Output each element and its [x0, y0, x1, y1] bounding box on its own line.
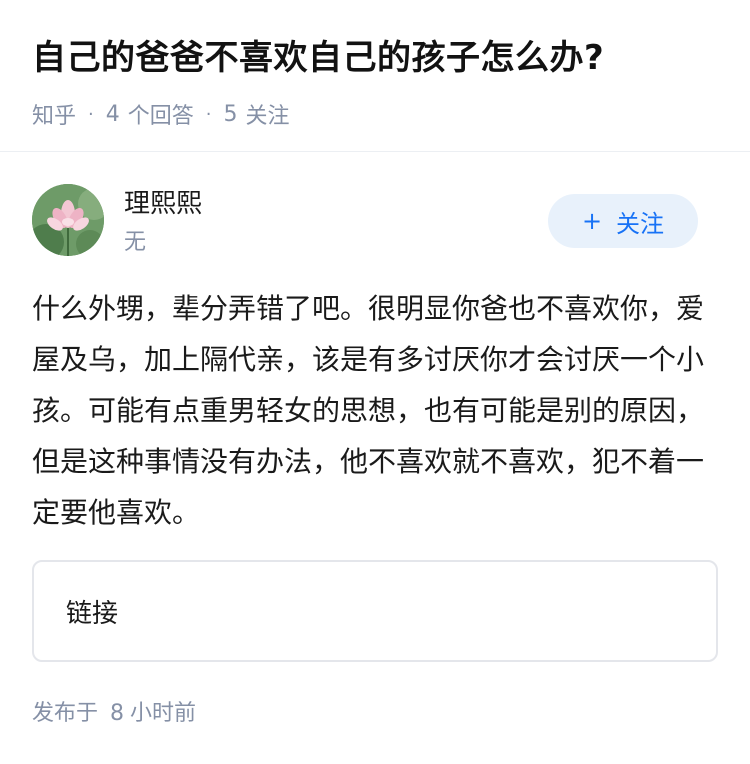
answer-body: 什么外甥，辈分弄错了吧。很明显你爸也不喜欢你，爱屋及乌，加上隔代亲，该是有多讨厌… [32, 292, 705, 529]
question-header: 自己的爸爸不喜欢自己的孩子怎么办? 知乎 · 4 个回答 · 5 关注 [0, 0, 750, 152]
publish-time: 发布于 8 小时前 [32, 698, 196, 730]
author-row: 理熙熙 无 + 关注 [32, 184, 718, 264]
meta-separator: · [205, 103, 212, 125]
plus-icon: + [581, 207, 603, 235]
link-card[interactable]: 链接 [32, 560, 718, 662]
author-bio: 无 [124, 230, 147, 255]
question-meta: 知乎 · 4 个回答 · 5 关注 [32, 98, 718, 130]
published-value: 8 [110, 701, 125, 726]
follow-button-label: 关注 [616, 209, 665, 238]
lotus-avatar-icon [32, 184, 104, 256]
question-title[interactable]: 自己的爸爸不喜欢自己的孩子怎么办? [32, 34, 718, 82]
link-card-label: 链接 [66, 598, 119, 629]
avatar[interactable] [32, 184, 104, 256]
author-name[interactable]: 理熙熙 [124, 186, 202, 222]
published-unit: 小时前 [130, 701, 197, 726]
follow-count-label[interactable]: 关注 [246, 98, 290, 130]
source-label[interactable]: 知乎 [32, 98, 76, 130]
follow-count: 5 [223, 101, 238, 127]
follow-button[interactable]: + 关注 [548, 194, 698, 248]
answer-count-label[interactable]: 个回答 [128, 98, 194, 130]
published-label: 发布于 [32, 701, 99, 726]
answer-count: 4 [105, 101, 120, 127]
meta-separator: · [88, 103, 94, 125]
